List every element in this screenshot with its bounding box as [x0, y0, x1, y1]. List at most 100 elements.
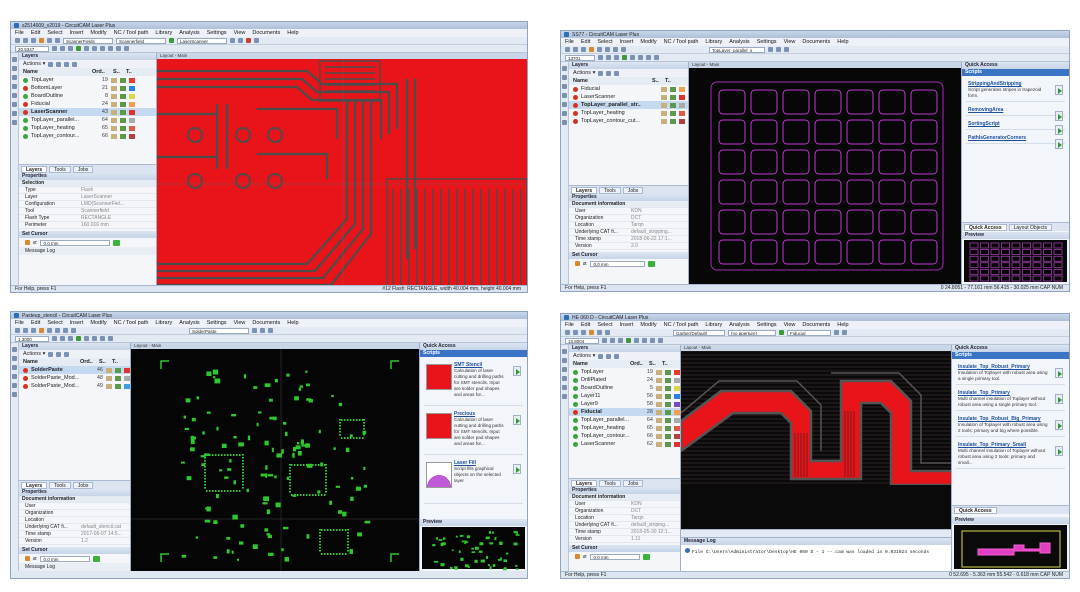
tab-layout-objects[interactable]: Layout Objects	[1008, 223, 1052, 231]
tab-layers[interactable]: Layers	[571, 479, 598, 487]
menu-item-view[interactable]: View	[234, 320, 246, 326]
layer-edit-icon[interactable]	[670, 118, 676, 124]
tab-jobs[interactable]: Jobs	[72, 481, 94, 489]
layer-lock-icon[interactable]	[661, 94, 667, 100]
layer-lock-icon[interactable]	[661, 118, 667, 124]
property-row[interactable]: Organization DCT	[569, 508, 680, 515]
property-row[interactable]: Time stamp 2018-05-30 12:1...	[569, 529, 680, 536]
preview-pane[interactable]	[954, 525, 1067, 569]
layer-row[interactable]: TopLayer_contour... 66	[569, 432, 680, 440]
layer-lock-icon[interactable]	[106, 375, 112, 381]
layer-row[interactable]: TopLayer_heating	[569, 109, 688, 117]
layer-edit-icon[interactable]	[120, 85, 126, 91]
menu-item-library[interactable]: Library	[705, 39, 722, 45]
layer-visibility-icon[interactable]	[573, 393, 578, 399]
layer-row[interactable]: Layer11 56	[569, 392, 680, 400]
tab-jobs[interactable]: Jobs	[72, 165, 94, 173]
layer-row[interactable]: DrillPlated 24	[569, 376, 680, 384]
tool-icon[interactable]	[784, 47, 789, 52]
layer-visibility-icon[interactable]	[573, 433, 578, 439]
tab-quick-access[interactable]: Quick Access	[964, 223, 1007, 231]
tab-quick-access[interactable]: Quick Access	[954, 506, 997, 514]
tab-layers[interactable]: Layers	[21, 481, 48, 489]
tab-tools[interactable]: Tools	[599, 186, 621, 194]
property-row[interactable]: Flash Type RECTANGLE	[19, 215, 156, 222]
layer-row[interactable]: TopLayer_heating 65	[569, 424, 680, 432]
layer-color-swatch[interactable]	[129, 125, 135, 131]
layer-color-swatch[interactable]	[679, 118, 685, 124]
tool-icon[interactable]	[124, 46, 129, 51]
layer-row[interactable]: BoardOutline 8	[19, 92, 156, 100]
layer-edit-icon[interactable]	[120, 77, 126, 83]
layer-color-swatch[interactable]	[679, 102, 685, 108]
property-row[interactable]: User	[19, 503, 130, 510]
layer-icon[interactable]	[116, 46, 121, 51]
layer-visibility-icon[interactable]	[573, 441, 578, 447]
zoom-fit-icon[interactable]	[614, 55, 619, 60]
layer-edit-icon[interactable]	[120, 117, 126, 123]
layer-edit-icon[interactable]	[665, 425, 671, 431]
zoom-in-icon[interactable]	[52, 336, 57, 341]
layer-lock-icon[interactable]	[111, 93, 117, 99]
menu-item-insert[interactable]: Insert	[620, 322, 634, 328]
redo-icon[interactable]	[55, 38, 60, 43]
layer-lock-icon[interactable]	[111, 133, 117, 139]
layer-visibility-icon[interactable]	[23, 101, 28, 107]
menu-item-view[interactable]: View	[234, 30, 246, 36]
grid-icon[interactable]	[100, 336, 105, 341]
apply-cursor-button[interactable]	[648, 260, 656, 267]
script-card[interactable]: Precious Calculation of laser cutting and…	[424, 409, 523, 455]
menu-item-library[interactable]: Library	[155, 30, 172, 36]
tab-layers[interactable]: Layers	[571, 186, 598, 194]
property-row[interactable]: Layer LaserScanner	[19, 194, 156, 201]
layer-row[interactable]: TopLayer_parallel... 64	[569, 416, 680, 424]
layer-lock-icon[interactable]	[656, 425, 662, 431]
layer-row[interactable]: TopLayer_parallel... 64	[19, 116, 156, 124]
layer-visibility-icon[interactable]	[573, 417, 578, 423]
layer-edit-icon[interactable]	[120, 125, 126, 131]
layer-visibility-icon[interactable]	[573, 401, 578, 407]
menu-item-help[interactable]: Help	[837, 322, 848, 328]
layer-edit-icon[interactable]	[670, 110, 676, 116]
layer-edit-icon[interactable]	[665, 377, 671, 383]
layer-row[interactable]: Layer9 58	[569, 400, 680, 408]
layer-color-swatch[interactable]	[129, 85, 135, 91]
layer-edit-icon[interactable]	[665, 385, 671, 391]
layer-row[interactable]: Fiducial 24	[19, 100, 156, 108]
save-icon[interactable]	[581, 47, 586, 52]
layer-color-swatch[interactable]	[674, 385, 680, 391]
layer-color-swatch[interactable]	[129, 133, 135, 139]
grid-icon[interactable]	[650, 338, 655, 343]
layer-visibility-icon[interactable]	[23, 375, 28, 381]
snap-icon[interactable]	[108, 46, 113, 51]
layer-visibility-icon[interactable]	[573, 385, 578, 391]
aperture-select[interactable]: (no aperture)	[728, 329, 776, 336]
apply-cursor-button[interactable]	[643, 553, 651, 560]
layer-row[interactable]: TopLayer_contour_cut...	[569, 117, 688, 125]
cursor-input[interactable]: 0.0 mm	[590, 553, 641, 560]
layout-view[interactable]: Layout - Main	[689, 62, 961, 284]
undo-icon[interactable]	[47, 38, 52, 43]
tab-jobs[interactable]: Jobs	[622, 186, 644, 194]
layer-row[interactable]: Fiducial 28	[569, 408, 680, 416]
layer-color-swatch[interactable]	[679, 86, 685, 92]
layer-visibility-icon[interactable]	[23, 93, 28, 99]
tool-icon[interactable]	[776, 47, 781, 52]
insulation-canvas[interactable]	[681, 351, 951, 529]
layer-lock-icon[interactable]	[661, 110, 667, 116]
pan-icon[interactable]	[84, 46, 89, 51]
layer-color-swatch[interactable]	[674, 433, 680, 439]
layout-view[interactable]: Layout - Main	[131, 343, 419, 571]
layer-row[interactable]: TopLayer 19	[19, 76, 156, 84]
tool-icon[interactable]	[621, 47, 626, 52]
layer-lock-icon[interactable]	[106, 383, 112, 389]
tab-layers[interactable]: Layers	[21, 165, 48, 173]
run-script-button[interactable]	[513, 415, 521, 425]
measure-icon[interactable]	[642, 338, 647, 343]
menu-item-edit[interactable]: Edit	[31, 30, 40, 36]
script-card[interactable]: PathIsGeneratorCorners	[966, 133, 1065, 149]
open-icon[interactable]	[573, 47, 578, 52]
layer-visibility-icon[interactable]	[23, 367, 28, 373]
print-icon[interactable]	[39, 328, 44, 333]
layer-lock-icon[interactable]	[111, 125, 117, 131]
